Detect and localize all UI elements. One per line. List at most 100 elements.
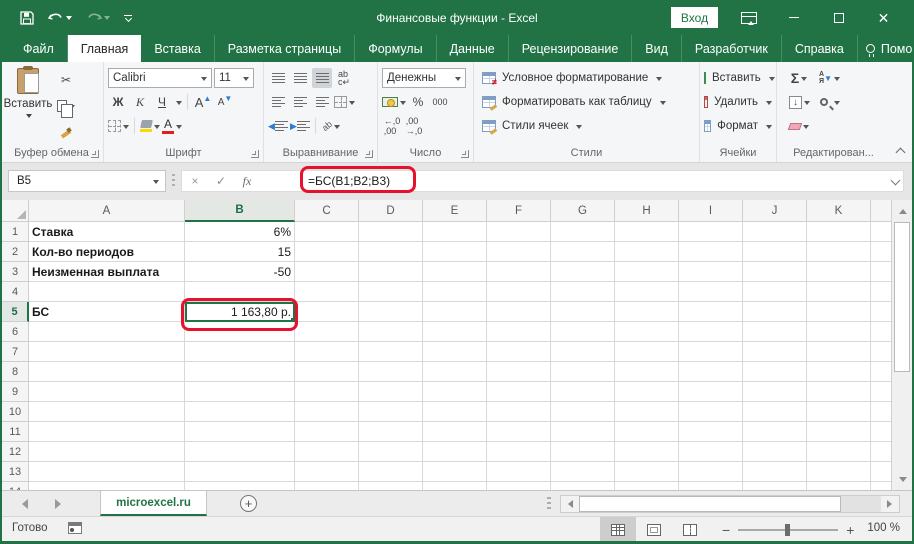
find-select-button[interactable] xyxy=(820,92,840,112)
cell-H2[interactable] xyxy=(615,242,679,262)
collapse-ribbon-button[interactable] xyxy=(894,146,908,156)
tab-developer[interactable]: Разработчик xyxy=(682,35,782,62)
cell-E2[interactable] xyxy=(423,242,487,262)
sheet-tab-microexcel[interactable]: microexcel.ru xyxy=(100,491,207,516)
cell-I14[interactable] xyxy=(679,482,743,490)
vertical-scrollbar[interactable] xyxy=(891,200,912,490)
column-header-D[interactable]: D xyxy=(359,200,423,222)
cell-B2[interactable]: 15 xyxy=(185,242,295,262)
cell-J3[interactable] xyxy=(743,262,807,282)
cell-C8[interactable] xyxy=(295,362,359,382)
sort-filter-button[interactable]: А Я ▼ xyxy=(819,68,840,88)
cell-B13[interactable] xyxy=(185,462,295,482)
cell-H10[interactable] xyxy=(615,402,679,422)
column-header-A[interactable]: A xyxy=(29,200,185,222)
tab-insert[interactable]: Вставка xyxy=(141,35,215,62)
format-as-table-button[interactable]: Форматировать как таблицу xyxy=(474,90,699,114)
cell-D12[interactable] xyxy=(359,442,423,462)
cell-F6[interactable] xyxy=(487,322,551,342)
cell-G7[interactable] xyxy=(551,342,615,362)
cell-F5[interactable] xyxy=(487,302,551,322)
cell-E4[interactable] xyxy=(423,282,487,302)
cell-partial-13[interactable] xyxy=(871,462,891,482)
merge-center-button[interactable] xyxy=(334,92,355,112)
cell-E14[interactable] xyxy=(423,482,487,490)
fill-color-button[interactable] xyxy=(139,116,160,136)
cell-G14[interactable] xyxy=(551,482,615,490)
cell-partial-6[interactable] xyxy=(871,322,891,342)
cell-I8[interactable] xyxy=(679,362,743,382)
cell-B4[interactable] xyxy=(185,282,295,302)
name-box-dropdown-icon[interactable] xyxy=(153,179,159,187)
cell-H7[interactable] xyxy=(615,342,679,362)
column-header-I[interactable]: I xyxy=(679,200,743,222)
cell-C1[interactable] xyxy=(295,222,359,242)
cell-I9[interactable] xyxy=(679,382,743,402)
column-header-F[interactable]: F xyxy=(487,200,551,222)
cell-K12[interactable] xyxy=(807,442,871,462)
align-center-button[interactable] xyxy=(290,92,310,112)
cell-C13[interactable] xyxy=(295,462,359,482)
fill-handle[interactable] xyxy=(290,317,293,320)
column-header-partial[interactable] xyxy=(871,200,891,222)
cell-styles-button[interactable]: Стили ячеек xyxy=(474,114,699,138)
cell-C2[interactable] xyxy=(295,242,359,262)
borders-button[interactable] xyxy=(108,116,129,136)
assistant-button[interactable]: Помощн xyxy=(858,42,914,57)
cell-G13[interactable] xyxy=(551,462,615,482)
cell-A12[interactable] xyxy=(29,442,185,462)
cell-D5[interactable] xyxy=(359,302,423,322)
zoom-level-label[interactable]: 100 % xyxy=(867,522,900,534)
cell-H13[interactable] xyxy=(615,462,679,482)
cell-K8[interactable] xyxy=(807,362,871,382)
cell-B7[interactable] xyxy=(185,342,295,362)
cell-G8[interactable] xyxy=(551,362,615,382)
tab-splitter-handle[interactable] xyxy=(547,497,551,511)
font-name-combo[interactable]: Calibri xyxy=(108,68,212,88)
cell-I11[interactable] xyxy=(679,422,743,442)
column-header-K[interactable]: K xyxy=(807,200,871,222)
cell-H8[interactable] xyxy=(615,362,679,382)
row-header-7[interactable]: 7 xyxy=(2,342,29,362)
orientation-button[interactable]: ab xyxy=(320,116,341,136)
cell-G1[interactable] xyxy=(551,222,615,242)
cell-E11[interactable] xyxy=(423,422,487,442)
cell-K6[interactable] xyxy=(807,322,871,342)
save-icon[interactable] xyxy=(20,10,34,25)
row-header-13[interactable]: 13 xyxy=(2,462,29,482)
cell-partial-3[interactable] xyxy=(871,262,891,282)
cell-K14[interactable] xyxy=(807,482,871,490)
cell-C10[interactable] xyxy=(295,402,359,422)
formula-text[interactable]: =БС(B1;B2;B3) xyxy=(308,174,390,188)
cell-C5[interactable] xyxy=(295,302,359,322)
cell-G12[interactable] xyxy=(551,442,615,462)
horizontal-scrollbar[interactable] xyxy=(560,495,900,513)
cell-G4[interactable] xyxy=(551,282,615,302)
cell-D8[interactable] xyxy=(359,362,423,382)
font-color-button[interactable]: А xyxy=(162,116,182,136)
customize-qat-button[interactable] xyxy=(124,14,132,22)
cell-J10[interactable] xyxy=(743,402,807,422)
scroll-right-button[interactable] xyxy=(881,496,899,512)
cell-F3[interactable] xyxy=(487,262,551,282)
cell-E12[interactable] xyxy=(423,442,487,462)
decrease-decimal-button[interactable]: ,00 →,0 xyxy=(404,116,424,136)
cell-F10[interactable] xyxy=(487,402,551,422)
tab-help[interactable]: Справка xyxy=(782,35,858,62)
row-header-12[interactable]: 12 xyxy=(2,442,29,462)
paste-dropdown-icon[interactable] xyxy=(26,114,32,121)
cell-E10[interactable] xyxy=(423,402,487,422)
conditional-formatting-button[interactable]: Условное форматирование xyxy=(474,66,699,90)
cell-B8[interactable] xyxy=(185,362,295,382)
cell-D13[interactable] xyxy=(359,462,423,482)
number-format-combo[interactable]: Денежны xyxy=(382,68,466,88)
cell-I13[interactable] xyxy=(679,462,743,482)
italic-button[interactable]: К xyxy=(130,92,150,112)
column-header-E[interactable]: E xyxy=(423,200,487,222)
cell-partial-2[interactable] xyxy=(871,242,891,262)
decrease-font-button[interactable]: А ▼ xyxy=(215,92,235,112)
cell-J14[interactable] xyxy=(743,482,807,490)
percent-style-button[interactable]: % xyxy=(408,92,428,112)
cell-J5[interactable] xyxy=(743,302,807,322)
cell-I4[interactable] xyxy=(679,282,743,302)
